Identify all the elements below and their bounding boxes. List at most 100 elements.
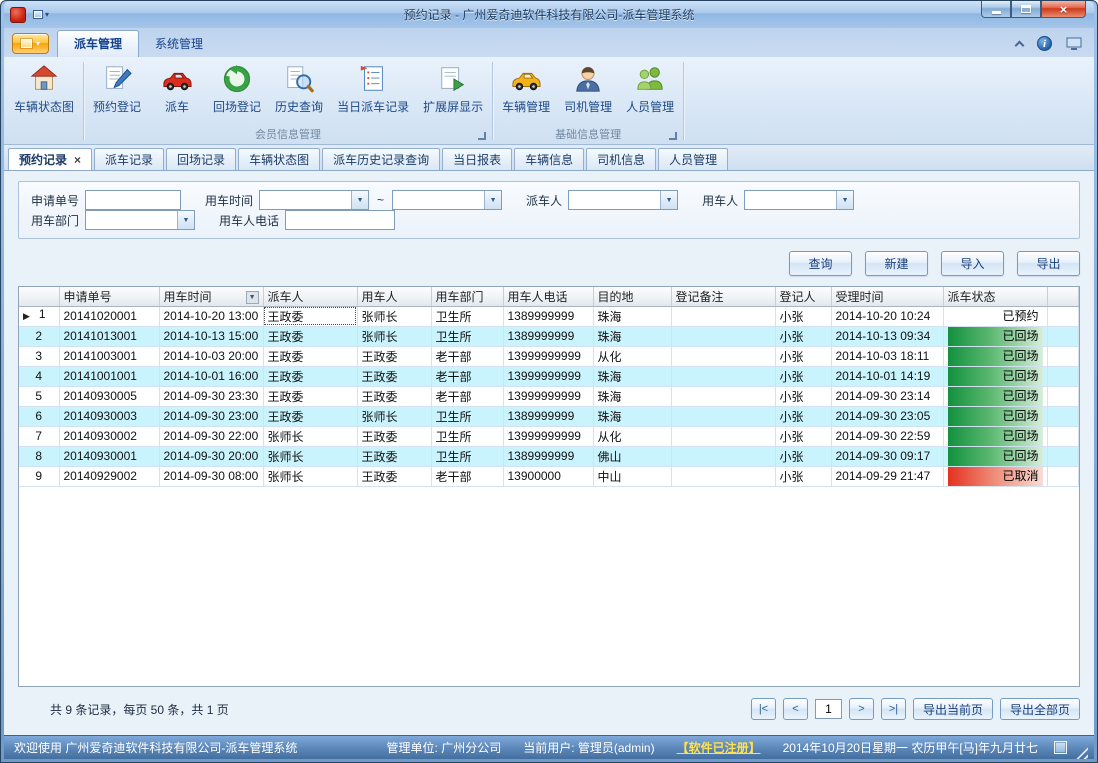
history-query-button[interactable]: 历史查询 bbox=[268, 58, 330, 127]
app-icon[interactable] bbox=[10, 7, 26, 23]
grid-cell[interactable]: 1389999999 bbox=[503, 306, 593, 326]
doc-tab-6[interactable]: 车辆信息 bbox=[514, 148, 584, 170]
info-icon[interactable]: i bbox=[1037, 36, 1052, 51]
query-button[interactable]: 查询 bbox=[789, 251, 852, 276]
grid-cell[interactable]: 珠海 bbox=[593, 406, 671, 426]
grid-column-header[interactable]: 目的地 bbox=[593, 287, 671, 306]
doc-tab-5[interactable]: 当日报表 bbox=[442, 148, 512, 170]
ribbon-collapse-icon[interactable] bbox=[1015, 41, 1025, 51]
grid-cell[interactable]: 王政委 bbox=[357, 446, 431, 466]
display-icon[interactable] bbox=[1066, 37, 1082, 51]
grid-column-header[interactable]: 受理时间 bbox=[831, 287, 943, 306]
doc-tab-7[interactable]: 司机信息 bbox=[586, 148, 656, 170]
dispatch-button[interactable]: 派车 bbox=[148, 58, 206, 127]
new-button[interactable]: 新建 bbox=[865, 251, 928, 276]
grid-cell[interactable]: 小张 bbox=[775, 426, 831, 446]
grid-cell[interactable]: 王政委 bbox=[263, 326, 357, 346]
grid-cell[interactable]: 小张 bbox=[775, 386, 831, 406]
grid-cell[interactable]: 王政委 bbox=[263, 306, 357, 326]
grid-row-5[interactable]: 5201409300052014-09-30 23:30王政委王政委老干部139… bbox=[19, 386, 1079, 406]
grid-cell[interactable]: 已预约 bbox=[943, 306, 1047, 326]
grid-column-header[interactable]: 用车人电话 bbox=[503, 287, 593, 306]
grid-cell[interactable]: 王政委 bbox=[357, 386, 431, 406]
grid-cell[interactable]: 13999999999 bbox=[503, 386, 593, 406]
extended-screen-button[interactable]: 扩展屏显示 bbox=[416, 58, 490, 127]
grid-cell[interactable]: 2014-10-20 13:00 bbox=[159, 306, 263, 326]
grid-row-1[interactable]: ▶1201410200012014-10-20 13:00王政委张师长卫生所13… bbox=[19, 306, 1079, 326]
grid-cell[interactable]: 小张 bbox=[775, 306, 831, 326]
grid-cell[interactable]: 已回场 bbox=[943, 366, 1047, 386]
grid-cell[interactable] bbox=[671, 366, 775, 386]
grid-cell[interactable]: 2014-09-30 23:00 bbox=[159, 406, 263, 426]
grid-cell[interactable]: 珠海 bbox=[593, 326, 671, 346]
grid-cell[interactable]: 20141001001 bbox=[59, 366, 159, 386]
grid-row-7[interactable]: 7201409300022014-09-30 22:00张师长王政委卫生所139… bbox=[19, 426, 1079, 446]
maximize-button[interactable] bbox=[1011, 1, 1041, 18]
grid-cell[interactable]: 小张 bbox=[775, 466, 831, 486]
grid-cell[interactable]: 王政委 bbox=[263, 406, 357, 426]
titlebar[interactable]: ▾ 预约记录 - 广州爱奇迪软件科技有限公司-派车管理系统 × bbox=[4, 1, 1094, 28]
ribbon-tab-system-management[interactable]: 系统管理 bbox=[139, 31, 219, 57]
grid-cell[interactable]: 2014-10-03 20:00 bbox=[159, 346, 263, 366]
chevron-down-icon[interactable]: ▼ bbox=[660, 191, 677, 209]
grid-cell[interactable]: 佛山 bbox=[593, 446, 671, 466]
grid-cell[interactable]: 13999999999 bbox=[503, 346, 593, 366]
grid-row-2[interactable]: 2201410130012014-10-13 15:00王政委张师长卫生所138… bbox=[19, 326, 1079, 346]
grid-cell[interactable]: 卫生所 bbox=[431, 306, 503, 326]
dialog-launcher-icon[interactable] bbox=[669, 132, 677, 140]
return-register-button[interactable]: 回场登记 bbox=[206, 58, 268, 127]
grid-cell[interactable]: 2014-09-30 23:14 bbox=[831, 386, 943, 406]
grid-column-header[interactable]: 用车部门 bbox=[431, 287, 503, 306]
chevron-down-icon[interactable]: ▼ bbox=[484, 191, 501, 209]
grid-cell[interactable]: 小张 bbox=[775, 346, 831, 366]
doc-tab-4[interactable]: 派车历史记录查询 bbox=[322, 148, 440, 170]
grid-cell[interactable]: 2014-09-30 09:17 bbox=[831, 446, 943, 466]
grid-cell[interactable]: 2014-09-30 22:00 bbox=[159, 426, 263, 446]
grid-cell[interactable]: 2014-10-01 16:00 bbox=[159, 366, 263, 386]
grid-column-header[interactable]: ▼用车时间 bbox=[159, 287, 263, 306]
grid-cell[interactable]: 王政委 bbox=[357, 366, 431, 386]
grid-column-header[interactable]: 登记人 bbox=[775, 287, 831, 306]
resize-grip[interactable] bbox=[1075, 746, 1088, 759]
grid-cell[interactable] bbox=[671, 346, 775, 366]
grid-cell[interactable]: 1389999999 bbox=[503, 326, 593, 346]
grid-row-4[interactable]: 4201410010012014-10-01 16:00王政委王政委老干部139… bbox=[19, 366, 1079, 386]
grid-cell[interactable]: 王政委 bbox=[263, 386, 357, 406]
grid-cell[interactable]: 2014-09-29 21:47 bbox=[831, 466, 943, 486]
export-button[interactable]: 导出 bbox=[1017, 251, 1080, 276]
grid-column-header[interactable]: 用车人 bbox=[357, 287, 431, 306]
grid-cell[interactable]: 已取消 bbox=[943, 466, 1047, 486]
last-page-button[interactable]: >| bbox=[881, 698, 906, 720]
grid-column-header[interactable]: 派车人 bbox=[263, 287, 357, 306]
grid-cell[interactable]: 张师长 bbox=[263, 466, 357, 486]
grid-row-9[interactable]: 9201409290022014-09-30 08:00张师长王政委老干部139… bbox=[19, 466, 1079, 486]
grid-cell[interactable] bbox=[671, 426, 775, 446]
license-link[interactable]: 【软件已注册】 bbox=[677, 739, 761, 756]
export-all-pages-button[interactable]: 导出全部页 bbox=[1000, 698, 1080, 720]
tab-close-icon[interactable]: × bbox=[74, 154, 81, 166]
grid-cell[interactable]: 已回场 bbox=[943, 386, 1047, 406]
grid-cell[interactable]: 小张 bbox=[775, 326, 831, 346]
grid-cell[interactable]: 1389999999 bbox=[503, 446, 593, 466]
vehicle-management-button[interactable]: 车辆管理 bbox=[495, 58, 557, 127]
grid-cell[interactable] bbox=[671, 326, 775, 346]
grid-cell[interactable]: 珠海 bbox=[593, 306, 671, 326]
filter-dropdown-icon[interactable]: ▼ bbox=[246, 291, 259, 304]
page-number-input[interactable] bbox=[815, 699, 842, 719]
dialog-launcher-icon[interactable] bbox=[478, 132, 486, 140]
vehicle-status-map-button[interactable]: 车辆状态图 bbox=[7, 58, 81, 127]
next-page-button[interactable]: > bbox=[849, 698, 874, 720]
doc-tab-1[interactable]: 派车记录 bbox=[94, 148, 164, 170]
grid-cell[interactable]: 已回场 bbox=[943, 326, 1047, 346]
phone-input[interactable] bbox=[285, 210, 395, 230]
grid-cell[interactable]: 2014-10-20 10:24 bbox=[831, 306, 943, 326]
grid-cell[interactable]: 卫生所 bbox=[431, 326, 503, 346]
chevron-down-icon[interactable]: ▼ bbox=[836, 191, 853, 209]
grid-cell[interactable]: 小张 bbox=[775, 446, 831, 466]
grid-row-8[interactable]: 8201409300012014-09-30 20:00张师长王政委卫生所138… bbox=[19, 446, 1079, 466]
order-no-input[interactable] bbox=[85, 190, 181, 210]
chevron-down-icon[interactable]: ▼ bbox=[351, 191, 368, 209]
grid-cell[interactable]: 珠海 bbox=[593, 386, 671, 406]
grid-cell[interactable]: 张师长 bbox=[263, 426, 357, 446]
grid-row-3[interactable]: 3201410030012014-10-03 20:00王政委王政委老干部139… bbox=[19, 346, 1079, 366]
